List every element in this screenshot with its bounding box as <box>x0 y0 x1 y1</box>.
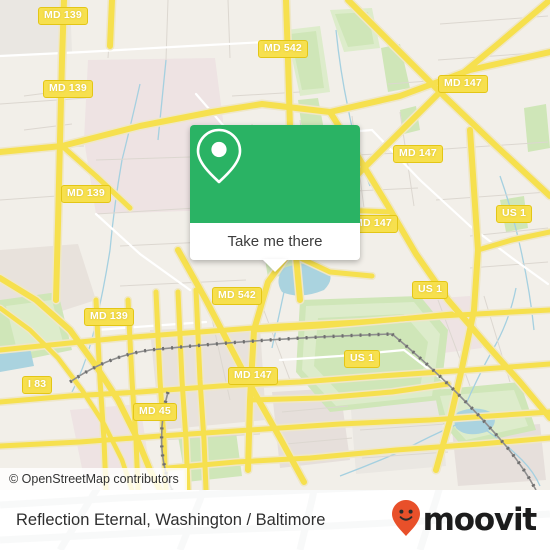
road-shield-md-147: MD 147 <box>393 145 443 163</box>
road-shield-md-147: MD 147 <box>228 367 278 385</box>
road-shield-us-1: US 1 <box>496 205 533 223</box>
map-attribution[interactable]: © OpenStreetMap contributors <box>0 468 187 490</box>
road-shield-md-139: MD 139 <box>84 308 134 326</box>
road-shield-md-45: MD 45 <box>133 403 177 421</box>
place-card[interactable]: Take me there <box>190 125 360 272</box>
road-shield-i-83: I 83 <box>22 376 53 394</box>
take-me-there-label: Take me there <box>227 233 323 250</box>
road-shield-us-1: US 1 <box>344 350 381 368</box>
take-me-there-button[interactable]: Take me there <box>190 223 360 260</box>
road-shield-md-147: MD 147 <box>438 75 488 93</box>
moovit-wordmark: moovit <box>422 502 538 538</box>
moovit-map-screen: .bg { fill:#f2efe9; } .park { fill:#cfe6… <box>0 0 550 550</box>
place-title: Reflection Eternal, Washington / Baltimo… <box>16 510 326 529</box>
road-shield-us-1: US 1 <box>412 281 449 299</box>
attribution-text: © OpenStreetMap contributors <box>9 472 179 486</box>
road-shield-md-542: MD 542 <box>212 287 262 305</box>
road-shield-md-139: MD 139 <box>38 7 88 25</box>
road-shield-md-542: MD 542 <box>258 40 308 58</box>
moovit-logo[interactable]: moovit <box>391 499 538 542</box>
place-card-body <box>190 125 360 223</box>
map-canvas[interactable]: .bg { fill:#f2efe9; } .park { fill:#cfe6… <box>0 0 550 490</box>
place-card-pointer <box>262 259 288 272</box>
footer-bar: Reflection Eternal, Washington / Baltimo… <box>0 490 550 550</box>
road-shield-md-139: MD 139 <box>43 80 93 98</box>
road-shield-md-139: MD 139 <box>61 185 111 203</box>
moovit-smiley-pin-icon <box>391 499 421 542</box>
